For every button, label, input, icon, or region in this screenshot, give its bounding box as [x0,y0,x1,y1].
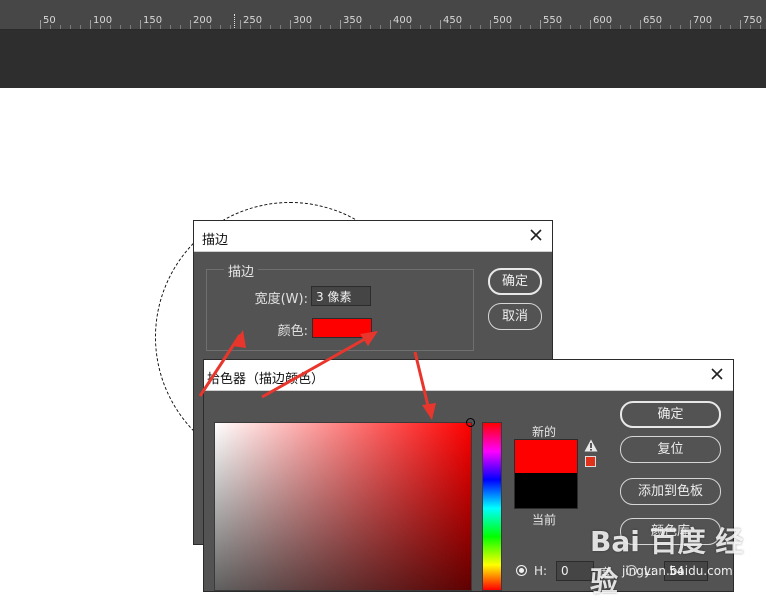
close-icon[interactable] [709,366,725,382]
gamut-warning-icon[interactable] [584,439,598,452]
new-color-preview [514,439,578,474]
color-field-picker-handle[interactable] [466,418,475,427]
stroke-ok-button[interactable]: 确定 [488,268,542,295]
horizontal-ruler[interactable]: 50 100 150 200 250 300 350 400 450 500 550 600 650 70… [0,0,766,30]
ruler-label: 100 [93,15,113,26]
ruler-label: 150 [143,15,163,26]
hue-input[interactable] [556,561,594,581]
width-label: 宽度(W): [254,292,308,307]
ruler-label: 400 [393,15,413,26]
new-color-label: 新的 [532,425,557,439]
watermark-url: jingyan.baidu.com [622,564,733,578]
hue-field-label: H: [534,564,548,578]
hue-slider[interactable] [482,422,502,591]
ruler-label: 50 [43,15,56,26]
ruler-label: 300 [293,15,313,26]
baidu-jingyan-watermark: Bai 百度 经验 jingyan.baidu.com [590,520,766,598]
saturation-brightness-field[interactable] [214,422,472,591]
add-to-swatches-button[interactable]: 添加到色板 [620,478,721,505]
ruler-position-marker [234,14,235,30]
gamut-corrected-swatch[interactable] [585,456,596,467]
stroke-cancel-button[interactable]: 取消 [488,303,542,330]
color-label: 颜色: [277,324,308,339]
ruler-label: 500 [493,15,513,26]
ruler-label: 450 [443,15,463,26]
color-picker-title: 拾色器（描边颜色） [207,372,325,387]
close-icon[interactable] [528,227,544,243]
ruler-label: 550 [543,15,563,26]
ruler-label: 600 [593,15,613,26]
workspace-dark-band [0,30,766,88]
ruler-label: 200 [193,15,213,26]
ruler-label: 650 [643,15,663,26]
current-color-label: 当前 [532,513,557,527]
ruler-label: 350 [343,15,363,26]
watermark-logo: Bai 百度 经验 [590,525,744,598]
current-color-preview[interactable] [514,473,578,509]
hue-radio[interactable] [516,565,527,576]
stroke-width-input[interactable] [311,286,371,306]
stroke-dialog-titlebar[interactable]: 描边 [194,221,552,252]
stroke-dialog-title: 描边 [202,233,229,248]
stroke-group-title: 描边 [224,261,259,280]
picker-ok-button[interactable]: 确定 [620,401,721,428]
ruler-label: 250 [243,15,263,26]
stroke-color-swatch[interactable] [312,318,372,338]
color-picker-titlebar[interactable]: 拾色器（描边颜色） [204,360,733,391]
picker-reset-button[interactable]: 复位 [620,436,721,463]
ruler-label: 750 [743,15,763,26]
ruler-label: 700 [693,15,713,26]
